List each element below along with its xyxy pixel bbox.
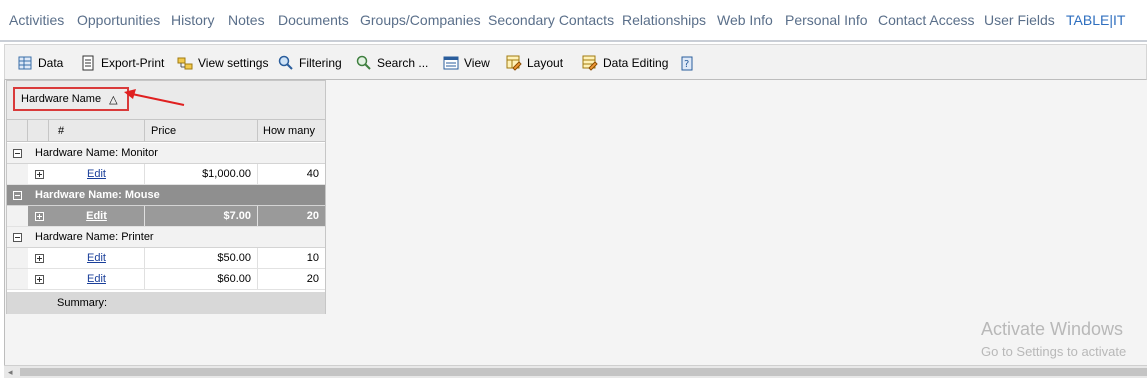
row-edit-cell: Edit <box>49 248 145 268</box>
help-button[interactable]: ? <box>678 54 699 72</box>
sort-ascending-icon: △ <box>109 93 118 106</box>
how-many-cell: 10 <box>306 252 319 264</box>
svg-text:?: ? <box>684 59 689 70</box>
tab-history[interactable]: History <box>171 12 215 28</box>
expand-icon[interactable] <box>35 164 47 184</box>
tab-web-info[interactable]: Web Info <box>717 12 773 28</box>
layout-label: Layout <box>527 56 564 70</box>
data-grid-icon <box>17 55 33 71</box>
edit-link[interactable]: Edit <box>87 168 106 180</box>
table-row[interactable]: Edit $60.00 20 <box>7 269 325 290</box>
help-icon: ? <box>678 55 694 71</box>
grid-toolbar: Data Export-Print View settings Filterin… <box>4 44 1147 80</box>
tab-strip: Activities Opportunities History Notes D… <box>0 0 1147 42</box>
row-edit-cell: Edit <box>49 206 145 226</box>
expand-icon[interactable] <box>35 206 47 226</box>
collapse-icon[interactable] <box>13 227 25 247</box>
group-indent <box>7 248 28 268</box>
group-chip-label: Hardware Name <box>21 93 102 105</box>
price-cell: $60.00 <box>145 269 258 289</box>
data-editing-label: Data Editing <box>603 56 669 70</box>
collapse-icon[interactable] <box>13 143 25 163</box>
layout-button[interactable]: Layout <box>506 54 563 72</box>
expand-icon[interactable] <box>35 269 47 289</box>
magnifier-icon <box>278 55 294 71</box>
row-edit-cell: Edit <box>49 269 145 289</box>
data-grid: Hardware Name △ # Price How many Hardwar… <box>6 80 326 314</box>
tab-groups-companies[interactable]: Groups/Companies <box>360 12 481 28</box>
tab-relationships[interactable]: Relationships <box>622 12 706 28</box>
tab-personal-info[interactable]: Personal Info <box>785 12 868 28</box>
scrollbar-thumb[interactable] <box>20 368 1147 376</box>
tab-notes[interactable]: Notes <box>228 12 265 28</box>
table-row[interactable]: Edit $1,000.00 40 <box>7 164 325 185</box>
data-editing-button[interactable]: Data Editing <box>582 54 668 72</box>
group-by-hardware-name-chip[interactable]: Hardware Name △ <box>13 87 129 111</box>
data-edit-icon <box>582 55 598 71</box>
filtering-button[interactable]: Filtering <box>278 54 342 72</box>
summary-label: Summary: <box>57 297 108 309</box>
how-many-cell: 20 <box>306 210 319 222</box>
layout-edit-icon <box>506 55 522 71</box>
tab-user-fields[interactable]: User Fields <box>984 12 1055 28</box>
column-header-price[interactable]: Price <box>145 120 258 141</box>
group-indent-header <box>7 120 28 141</box>
column-header-number[interactable]: # <box>49 120 145 141</box>
search-label: Search ... <box>377 56 429 70</box>
price-cell: $7.00 <box>145 206 258 226</box>
column-header-how-many[interactable]: How many <box>258 120 325 141</box>
export-print-label: Export-Print <box>101 56 165 70</box>
search-icon <box>356 55 372 71</box>
search-button[interactable]: Search ... <box>356 54 428 72</box>
tab-activities[interactable]: Activities <box>9 12 64 28</box>
how-many-cell: 20 <box>306 273 319 285</box>
group-label: Hardware Name: Monitor <box>35 147 158 159</box>
how-many-cell: 40 <box>306 168 319 180</box>
group-indent <box>7 164 28 184</box>
view-settings-label: View settings <box>198 56 269 70</box>
column-header-row: # Price How many <box>7 120 325 142</box>
annotation-arrow <box>124 89 185 106</box>
data-button[interactable]: Data <box>17 54 63 72</box>
tab-contact-access[interactable]: Contact Access <box>878 12 975 28</box>
activate-windows-subtitle: Go to Settings to activate <box>981 344 1127 359</box>
view-label: View <box>464 56 490 70</box>
folder-tree-icon <box>177 55 193 71</box>
data-button-label: Data <box>38 56 64 70</box>
group-row[interactable]: Hardware Name: Printer <box>7 227 325 248</box>
price-cell: $1,000.00 <box>145 164 258 184</box>
group-indent <box>7 206 28 226</box>
export-print-button[interactable]: Export-Print <box>80 54 164 72</box>
expand-icon[interactable] <box>35 248 47 268</box>
price-cell: $50.00 <box>145 248 258 268</box>
tab-secondary-contacts[interactable]: Secondary Contacts <box>488 12 614 28</box>
printer-document-icon <box>80 55 96 71</box>
group-indent <box>7 269 28 289</box>
table-row[interactable]: Edit $7.00 20 <box>7 206 325 227</box>
scroll-left-icon[interactable]: ◂ <box>8 367 13 378</box>
horizontal-scrollbar[interactable]: ◂ <box>4 365 1147 378</box>
filtering-label: Filtering <box>299 56 342 70</box>
activate-windows-title: Activate Windows <box>981 319 1124 339</box>
view-button[interactable]: View <box>443 54 490 72</box>
tab-opportunities[interactable]: Opportunities <box>77 12 160 28</box>
row-edit-cell: Edit <box>49 164 145 184</box>
expand-column-header <box>28 120 49 141</box>
tab-tableit[interactable]: TABLE|IT <box>1066 12 1125 28</box>
group-row[interactable]: Hardware Name: Monitor <box>7 143 325 164</box>
edit-link[interactable]: Edit <box>87 252 106 264</box>
collapse-icon[interactable] <box>13 185 25 205</box>
group-row[interactable]: Hardware Name: Mouse <box>7 185 325 206</box>
summary-row: Summary: <box>7 292 325 314</box>
edit-link[interactable]: Edit <box>86 210 107 222</box>
view-settings-button[interactable]: View settings <box>177 54 268 72</box>
tab-documents[interactable]: Documents <box>278 12 349 28</box>
window-view-icon <box>443 55 459 71</box>
edit-link[interactable]: Edit <box>87 273 106 285</box>
group-label: Hardware Name: Printer <box>35 231 154 243</box>
group-label: Hardware Name: Mouse <box>35 189 160 201</box>
table-row[interactable]: Edit $50.00 10 <box>7 248 325 269</box>
